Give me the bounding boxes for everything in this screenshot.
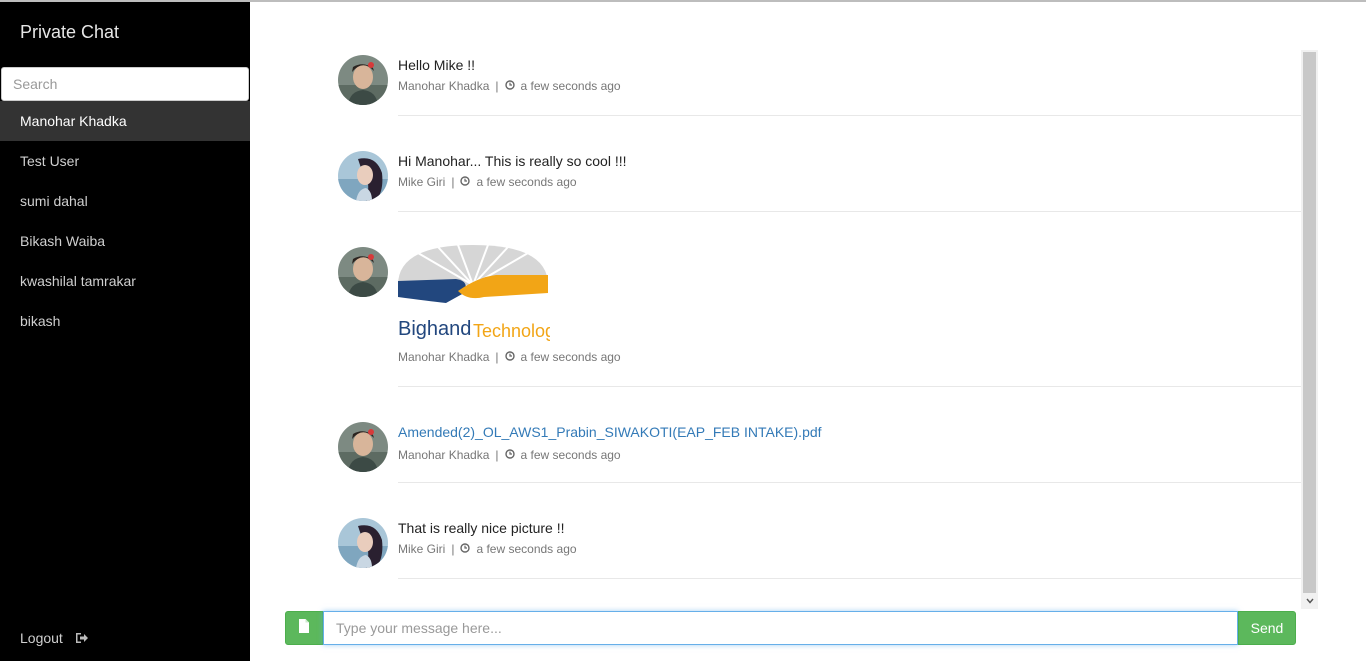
meta-separator: | [495, 448, 499, 462]
avatar [338, 55, 388, 105]
user-item-kwashilal-tamrakar[interactable]: kwashilal tamrakar [0, 261, 250, 301]
chat-messages: Hello Mike !! Manohar Khadka | a few sec… [338, 50, 1301, 605]
meta-separator: | [451, 175, 455, 189]
message-time: a few seconds ago [520, 350, 621, 364]
file-link[interactable]: Amended(2)_OL_AWS1_Prabin_SIWAKOTI(EAP_F… [398, 424, 822, 440]
message-text: Hello Mike !! [398, 57, 476, 73]
meta-separator: | [451, 542, 455, 556]
attach-file-button[interactable] [285, 611, 323, 645]
message-item: Hello Mike !! Manohar Khadka | a few sec… [338, 50, 1301, 116]
message-composer: Send [285, 611, 1296, 645]
sender-name: Mike Giri [398, 175, 446, 189]
message-meta: Manohar Khadka | a few seconds ago [398, 79, 1301, 93]
send-button[interactable]: Send [1238, 611, 1296, 645]
avatar [338, 247, 388, 297]
message-item: Amended(2)_OL_AWS1_Prabin_SIWAKOTI(EAP_F… [338, 417, 1301, 483]
message-input[interactable] [323, 611, 1238, 645]
sender-name: Manohar Khadka [398, 350, 490, 364]
sender-name: Mike Giri [398, 542, 446, 556]
scroll-down-arrow-icon[interactable] [1303, 594, 1316, 607]
logout-label: Logout [20, 630, 63, 646]
message-time: a few seconds ago [520, 79, 621, 93]
message-divider [398, 578, 1301, 579]
message-text: That is really nice picture !! [398, 520, 565, 536]
message-divider [398, 482, 1301, 483]
shared-image[interactable]: Bighand Technology [398, 245, 550, 345]
logout-button[interactable]: Logout [20, 630, 89, 646]
sender-name: Manohar Khadka [398, 79, 490, 93]
message-time: a few seconds ago [476, 175, 577, 189]
message-meta: Mike Giri | a few seconds ago [398, 175, 1301, 189]
message-divider [398, 115, 1301, 116]
clock-icon [504, 79, 515, 93]
message-item: Bighand Technology Manohar Khadka | a fe… [338, 242, 1301, 387]
app-title: Private Chat [20, 22, 120, 42]
message-divider [398, 386, 1301, 387]
file-icon [298, 618, 310, 638]
meta-separator: | [495, 350, 499, 364]
scrollbar-thumb[interactable] [1303, 52, 1316, 593]
avatar [338, 518, 388, 568]
sender-name: Manohar Khadka [398, 448, 490, 462]
avatar [338, 151, 388, 201]
message-meta: Manohar Khadka | a few seconds ago [398, 350, 1301, 364]
message-item: Hi Manohar... This is really so cool !!!… [338, 146, 1301, 212]
user-list: Manohar Khadka Test User sumi dahal Bika… [0, 101, 250, 341]
meta-separator: | [495, 79, 499, 93]
logo-text-bighand: Bighand [398, 318, 471, 340]
search-input[interactable] [1, 67, 249, 101]
user-item-sumi-dahal[interactable]: sumi dahal [0, 181, 250, 221]
message-item: That is really nice picture !! Mike Giri… [338, 513, 1301, 579]
message-text: Hi Manohar... This is really so cool !!! [398, 153, 627, 169]
sign-out-icon [75, 632, 89, 644]
clock-icon [460, 175, 471, 189]
user-item-bikash-waiba[interactable]: Bikash Waiba [0, 221, 250, 261]
message-meta: Manohar Khadka | a few seconds ago [398, 448, 1301, 462]
logo-text-technology: Technology [473, 321, 550, 341]
user-item-manohar-khadka[interactable]: Manohar Khadka [0, 101, 250, 141]
avatar [338, 422, 388, 472]
sidebar: Private Chat Manohar Khadka Test User su… [0, 2, 250, 661]
message-meta: Mike Giri | a few seconds ago [398, 542, 1301, 556]
clock-icon [460, 542, 471, 556]
user-item-bikash[interactable]: bikash [0, 301, 250, 341]
message-time: a few seconds ago [476, 542, 577, 556]
clock-icon [504, 448, 515, 462]
clock-icon [504, 350, 515, 364]
message-time: a few seconds ago [520, 448, 621, 462]
user-item-test-user[interactable]: Test User [0, 141, 250, 181]
message-divider [398, 211, 1301, 212]
